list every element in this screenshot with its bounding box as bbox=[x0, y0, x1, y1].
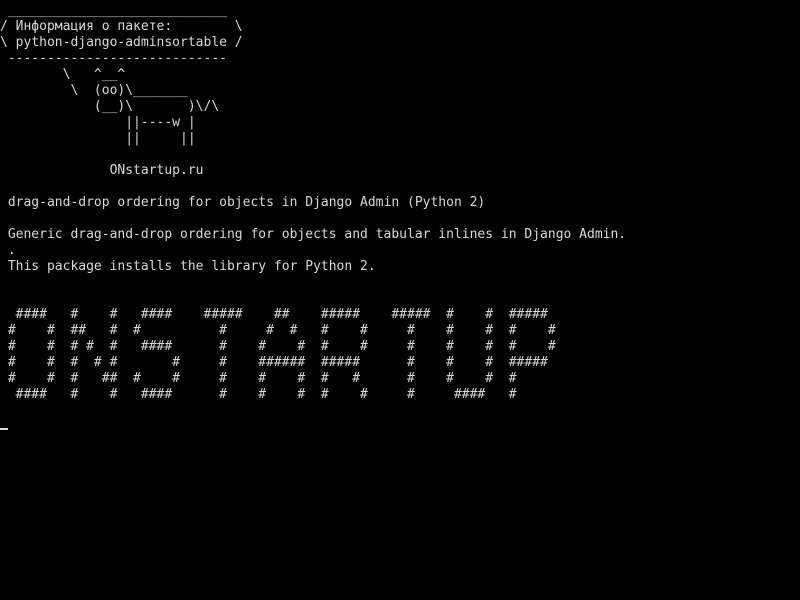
banner-line: #### # # #### # # # # # # #### # bbox=[0, 387, 517, 402]
speech-bubble-bottom: ---------------------------- bbox=[0, 51, 227, 66]
text-cursor[interactable] bbox=[0, 428, 8, 430]
terminal-output: ____________________________ / Информаци… bbox=[0, 3, 626, 403]
speech-bubble-top: ____________________________ bbox=[0, 3, 227, 18]
speech-bubble-line-2: \ python-django-adminsortable / bbox=[0, 35, 243, 50]
speech-bubble-line-1: / Информация о пакете: \ bbox=[0, 19, 243, 34]
package-install-note: This package installs the library for Py… bbox=[0, 259, 376, 274]
package-summary: drag-and-drop ordering for objects in Dj… bbox=[0, 195, 486, 210]
cow-art-line: \ ^__^ bbox=[0, 67, 126, 82]
package-description: Generic drag-and-drop ordering for objec… bbox=[0, 227, 627, 242]
cow-art-line: || || bbox=[0, 131, 196, 146]
site-name: ONstartup.ru bbox=[0, 163, 204, 178]
banner-line: # # ## # # # # # # # # # # # # bbox=[0, 323, 556, 338]
terminal-screen: ____________________________ / Информаци… bbox=[0, 0, 800, 600]
cow-art-line: \ (oo)\_______ bbox=[0, 83, 188, 98]
cow-art-line: ||----w | bbox=[0, 115, 196, 130]
cow-art-line: (__)\ )\/\ bbox=[0, 99, 220, 114]
banner-line: # # # ## # # # # # # # # # # # bbox=[0, 371, 517, 386]
banner-line: # # # # # # # ###### ##### # # # ##### bbox=[0, 355, 548, 370]
description-separator: . bbox=[0, 243, 16, 258]
banner-line: # # # # # #### # # # # # # # # # # bbox=[0, 339, 556, 354]
banner-line: #### # # #### ##### ## ##### ##### # # #… bbox=[0, 307, 548, 322]
